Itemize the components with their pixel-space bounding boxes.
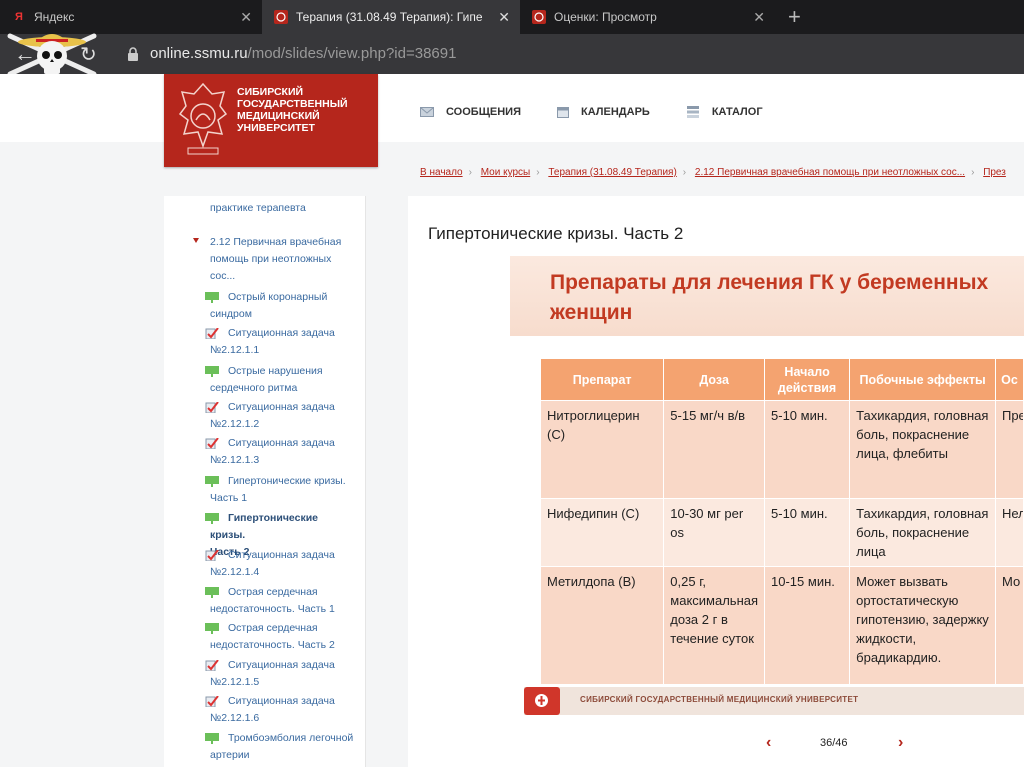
- table-cell: Тахикардия, головная боль, покраснение л…: [849, 498, 996, 567]
- sidebar-item-label: Гипертонические кризы. Часть 1: [210, 475, 346, 504]
- calendar-icon: [557, 107, 569, 118]
- new-tab-button[interactable]: +: [788, 4, 801, 30]
- table-cell: Тахикардия, головная боль, покраснение л…: [849, 400, 996, 499]
- breadcrumb-course[interactable]: Терапия (31.08.49 Терапия): [548, 167, 676, 178]
- nav-messages[interactable]: Сообщения: [420, 106, 521, 118]
- envelope-icon: [420, 107, 434, 117]
- breadcrumb-home[interactable]: В начало: [420, 167, 463, 178]
- sidebar-item-label: Ситуационная задача №2.12.1.1: [210, 327, 335, 356]
- top-navigation: Сообщения Календарь Каталог: [420, 106, 799, 118]
- university-name: Сибирский государственный медицинский ун…: [237, 86, 348, 134]
- column-header: Препарат: [539, 358, 665, 401]
- lock-icon: [128, 47, 138, 61]
- yandex-icon: Я: [15, 11, 23, 23]
- breadcrumb-current[interactable]: През: [983, 167, 1006, 178]
- sidebar-item-label: 2.12 Первичная врачебная помощь при неот…: [210, 236, 342, 282]
- tab-title: Яндекс: [34, 10, 75, 24]
- sidebar-item-label: Ситуационная задача №2.12.1.6: [210, 695, 335, 724]
- table-cell: Мо пов тем инф заб: [994, 566, 1024, 685]
- breadcrumb: В начало › Мои курсы › Терапия (31.08.49 Т…: [420, 167, 1006, 178]
- table-cell: 10-15 мин.: [764, 566, 851, 685]
- column-header: Начало действия: [764, 358, 851, 401]
- university-crest-icon: [274, 10, 288, 24]
- column-header: Доза: [663, 358, 766, 401]
- page-title: Гипертонические кризы. Часть 2: [428, 224, 684, 243]
- close-tab-icon[interactable]: ✕: [240, 9, 252, 26]
- slide-title: Препараты для лечения ГК у беременных же…: [550, 271, 989, 324]
- close-tab-icon[interactable]: ✕: [753, 9, 765, 26]
- column-header: Ос: [994, 358, 1024, 401]
- medical-cross-icon: [538, 696, 545, 705]
- column-header: Побочные эффекты: [849, 358, 996, 401]
- catalog-icon: [686, 106, 699, 118]
- table-cell: 5-10 мин.: [764, 400, 851, 499]
- table-row: Метилдопа (В) 0,25 г, максимальная доза …: [539, 566, 1024, 685]
- breadcrumb-separator: ›: [682, 167, 687, 178]
- tab-title: Терапия (31.08.49 Терапия): Гипе: [296, 10, 483, 24]
- table-cell: 5-10 мин.: [764, 498, 851, 567]
- nav-label: Сообщения: [446, 106, 521, 118]
- breadcrumb-separator: ›: [536, 167, 540, 178]
- sidebar-item-label: Острая сердечная недостаточность. Часть …: [210, 586, 335, 615]
- sidebar-item-label: Тромбоэмболия легочной артерии: [210, 732, 354, 761]
- breadcrumb-separator: ›: [971, 167, 975, 178]
- table-cell: 0,25 г, максимальная доза 2 г в течение …: [663, 566, 766, 685]
- table-cell: Нел суб: [994, 498, 1024, 567]
- sidebar-item-label: Острый коронарный синдром: [210, 291, 328, 320]
- slide-pager: ‹ 36/46 ›: [510, 734, 1024, 758]
- sidebar-item-label: Ситуационная задача №2.12.1.4: [210, 549, 335, 578]
- table-row: Нифедипин (С) 10-30 мг per os 5-10 мин. …: [539, 498, 1024, 567]
- skull-straw-hat-icon: [7, 33, 97, 77]
- table-cell: Метилдопа (В): [539, 566, 665, 685]
- university-crest-icon: [178, 82, 228, 155]
- breadcrumb-my-courses[interactable]: Мои курсы: [481, 167, 531, 178]
- sidebar-item-label: Острые нарушения сердечного ритма: [210, 365, 323, 394]
- site-logo[interactable]: Сибирский государственный медицинский ун…: [164, 74, 378, 167]
- close-tab-icon[interactable]: ✕: [498, 9, 510, 26]
- slide-footer-text: Сибирский государственный медицинский ун…: [580, 695, 859, 704]
- sidebar-item-label: Ситуационная задача №2.12.1.3: [210, 437, 335, 466]
- course-sidebar: практике терапевта 2.12 Первичная врачеб…: [164, 196, 366, 767]
- table-header-row: Препарат Доза Начало действия Побочные э…: [539, 358, 1024, 401]
- slide-footer: Сибирский государственный медицинский ун…: [524, 687, 1024, 715]
- collapse-triangle-icon[interactable]: [193, 238, 199, 243]
- nav-label: Календарь: [581, 106, 650, 118]
- table-cell: Нифедипин (С): [539, 498, 665, 567]
- sidebar-item-label: Ситуационная задача №2.12.1.5: [210, 659, 335, 688]
- table-cell: Нитроглицерин (С): [539, 400, 665, 499]
- breadcrumb-separator: ›: [468, 167, 472, 178]
- url-host: online.ssmu.ru: [150, 45, 248, 62]
- table-cell: 10-30 мг per os: [663, 498, 766, 567]
- sidebar-item-label: практике терапевта: [210, 202, 306, 214]
- slide-counter: 36/46: [820, 737, 848, 749]
- browser-tab-bar: Я Яндекс ✕ Терапия (31.08.49 Терапия): Г…: [0, 0, 1024, 34]
- tab-active-therapy[interactable]: Терапия (31.08.49 Терапия): Гипе ✕: [262, 0, 520, 34]
- nav-label: Каталог: [711, 106, 763, 118]
- nav-calendar[interactable]: Календарь: [557, 106, 650, 118]
- table-cell: Пре при осл оте: [994, 400, 1024, 499]
- sidebar-item-label: Ситуационная задача №2.12.1.2: [210, 401, 335, 430]
- next-slide-button[interactable]: ›: [898, 734, 903, 752]
- table-row: Нитроглицерин (С) 5-15 мг/ч в/в 5-10 мин…: [539, 400, 1024, 499]
- presentation-slide: Препараты для лечения ГК у беременных же…: [510, 256, 1024, 767]
- drug-table: Препарат Доза Начало действия Побочные э…: [539, 358, 1024, 685]
- address-bar: ← ↻ online.ssmu.ru/mod/slides/view.php?i…: [0, 34, 1024, 74]
- university-crest-icon: [532, 10, 546, 24]
- sidebar-item-label: Острая сердечная недостаточность. Часть …: [210, 622, 335, 651]
- url-path: /mod/slides/view.php?id=38691: [247, 45, 457, 62]
- tab-title: Оценки: Просмотр: [554, 10, 657, 24]
- slide-header: Препараты для лечения ГК у беременных же…: [510, 256, 1024, 336]
- previous-slide-button[interactable]: ‹: [766, 734, 771, 752]
- breadcrumb-section[interactable]: 2.12 Первичная врачебная помощь при неот…: [695, 167, 965, 178]
- main-content: Гипертонические кризы. Часть 2 Препараты…: [408, 196, 1024, 767]
- tab-grades[interactable]: Оценки: Просмотр ✕: [520, 0, 775, 34]
- table-cell: 5-15 мг/ч в/в: [663, 400, 766, 499]
- nav-catalog[interactable]: Каталог: [686, 106, 763, 118]
- url-field[interactable]: online.ssmu.ru/mod/slides/view.php?id=38…: [150, 45, 456, 62]
- table-cell: Может вызвать ортостатическую гипотензию…: [849, 566, 996, 685]
